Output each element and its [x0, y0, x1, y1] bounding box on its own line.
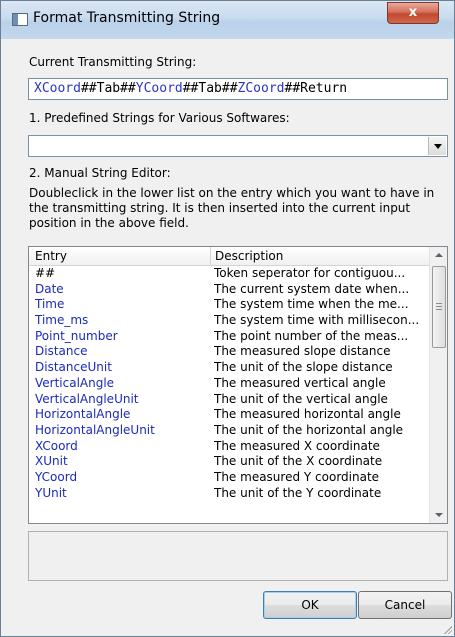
- entry-name: ##: [35, 266, 56, 280]
- list-row[interactable]: Time The system time when the me...: [29, 297, 431, 313]
- entry-name: Time: [35, 297, 65, 312]
- list-row[interactable]: Distance The measured slope distance: [29, 344, 431, 360]
- column-divider[interactable]: [210, 247, 211, 265]
- list-row[interactable]: VerticalAngleUnit The unit of the vertica…: [29, 392, 431, 408]
- entry-description: The unit of the vertical angle: [214, 391, 388, 406]
- resize-grip-icon[interactable]: [442, 624, 452, 634]
- entry-name: VerticalAngleUnit: [35, 391, 139, 406]
- entry-description: The unit of the X coordinate: [214, 454, 383, 469]
- ok-button[interactable]: OK: [263, 591, 357, 619]
- string-token-separator: ##: [182, 81, 199, 96]
- list-header: Entry Description: [29, 247, 431, 266]
- manual-editor-label: 2. Manual String Editor:: [29, 166, 171, 180]
- entry-name: Distance: [35, 344, 88, 359]
- entry-name: Time_ms: [35, 313, 89, 328]
- list-row[interactable]: XCoord The measured X coordinate: [29, 439, 431, 455]
- string-token-field: ZCoord: [237, 81, 285, 96]
- window-app-icon: [12, 13, 28, 26]
- entry-description: The system time with millisecon...: [214, 313, 420, 328]
- entry-description: The unit of the Y coordinate: [214, 485, 382, 500]
- list-row[interactable]: ## Token seperator for contiguou...: [29, 266, 431, 282]
- list-row[interactable]: YUnit The unit of the Y coordinate: [29, 486, 431, 502]
- entry-name: HorizontalAngle: [35, 407, 131, 422]
- current-string-field[interactable]: XCoord##Tab##YCoord##Tab##ZCoord##Return: [28, 78, 448, 100]
- chevron-down-icon[interactable]: [428, 137, 446, 155]
- string-token-separator: Tab: [198, 81, 222, 96]
- string-token-separator: Tab: [96, 81, 121, 96]
- list-row[interactable]: XUnit The unit of the X coordinate: [29, 454, 431, 470]
- list-row[interactable]: HorizontalAngleUnit The unit of the horiz…: [29, 423, 431, 439]
- entry-name: XCoord: [35, 438, 78, 453]
- format-transmitting-string-dialog: Format Transmitting String x Current Tra…: [0, 0, 455, 637]
- list-row[interactable]: VerticalAngle The measured vertical angle: [29, 376, 431, 392]
- scroll-up-icon[interactable]: [430, 247, 447, 264]
- close-icon: x: [408, 5, 418, 20]
- cancel-button[interactable]: Cancel: [358, 591, 452, 619]
- scroll-thumb[interactable]: [432, 266, 446, 348]
- string-token-field: XCoord: [34, 81, 81, 96]
- list-row[interactable]: Point_number The point number of the meas…: [29, 329, 431, 345]
- entry-description: The measured Y coordinate: [214, 469, 380, 484]
- predefined-strings-dropdown[interactable]: [28, 135, 448, 157]
- string-token-separator: ##: [120, 81, 136, 96]
- entry-description: The point number of the meas...: [214, 328, 409, 343]
- window-title: Format Transmitting String: [33, 10, 221, 26]
- string-token-separator: Return: [300, 81, 348, 96]
- entry-name: YUnit: [35, 485, 67, 500]
- scroll-down-icon[interactable]: [430, 506, 447, 523]
- title-bar[interactable]: Format Transmitting String x: [1, 1, 454, 39]
- string-token-field: YCoord: [135, 81, 183, 96]
- entry-name: XUnit: [35, 454, 68, 469]
- entry-description: The system time when the me...: [214, 297, 409, 312]
- current-string-label: Current Transmitting String:: [29, 55, 197, 69]
- grip-icon: [436, 303, 442, 310]
- entry-name: Point_number: [35, 328, 118, 343]
- entry-description: The unit of the slope distance: [214, 360, 393, 375]
- column-header-entry[interactable]: Entry: [35, 249, 67, 263]
- entry-description: The measured slope distance: [214, 344, 391, 359]
- list-row[interactable]: HorizontalAngle The measured horizontal a…: [29, 407, 431, 423]
- entry-name: VerticalAngle: [35, 375, 115, 390]
- entry-description: The measured vertical angle: [214, 375, 386, 390]
- entry-description: The unit of the horizontal angle: [214, 422, 404, 437]
- entry-description: The current system date when...: [214, 281, 410, 296]
- list-rows: ## Token seperator for contiguou... Date Th…: [29, 266, 431, 501]
- list-row[interactable]: Time_ms The system time with millisecon..…: [29, 313, 431, 329]
- entry-name: HorizontalAngleUnit: [35, 422, 155, 437]
- list-row[interactable]: YCoord The measured Y coordinate: [29, 470, 431, 486]
- string-token-separator: ##: [284, 81, 301, 96]
- close-button[interactable]: x: [387, 2, 439, 24]
- predefined-strings-label: 1. Predefined Strings for Various Softwa…: [29, 111, 290, 125]
- manual-editor-help-text: Doubleclick in the lower list on the ent…: [29, 186, 435, 230]
- list-scrollbar[interactable]: [429, 247, 447, 523]
- column-header-description[interactable]: Description: [215, 249, 283, 263]
- entry-name: Date: [35, 281, 64, 296]
- string-token-separator: ##: [80, 81, 97, 96]
- list-row[interactable]: Date The current system date when...: [29, 282, 431, 298]
- entry-name: YCoord: [35, 469, 78, 484]
- entry-description: The measured horizontal angle: [214, 407, 401, 422]
- current-string-value: XCoord##Tab##YCoord##Tab##ZCoord##Return: [34, 81, 347, 96]
- entry-description: Token seperator for contiguou...: [214, 266, 406, 280]
- entry-list[interactable]: Entry Description ## Token seperator for …: [28, 246, 448, 524]
- entry-name: DistanceUnit: [35, 360, 112, 375]
- entry-description: The measured X coordinate: [214, 438, 380, 453]
- string-token-separator: ##: [221, 81, 238, 96]
- description-area: [28, 531, 448, 581]
- list-row[interactable]: DistanceUnit The unit of the slope distan…: [29, 360, 431, 376]
